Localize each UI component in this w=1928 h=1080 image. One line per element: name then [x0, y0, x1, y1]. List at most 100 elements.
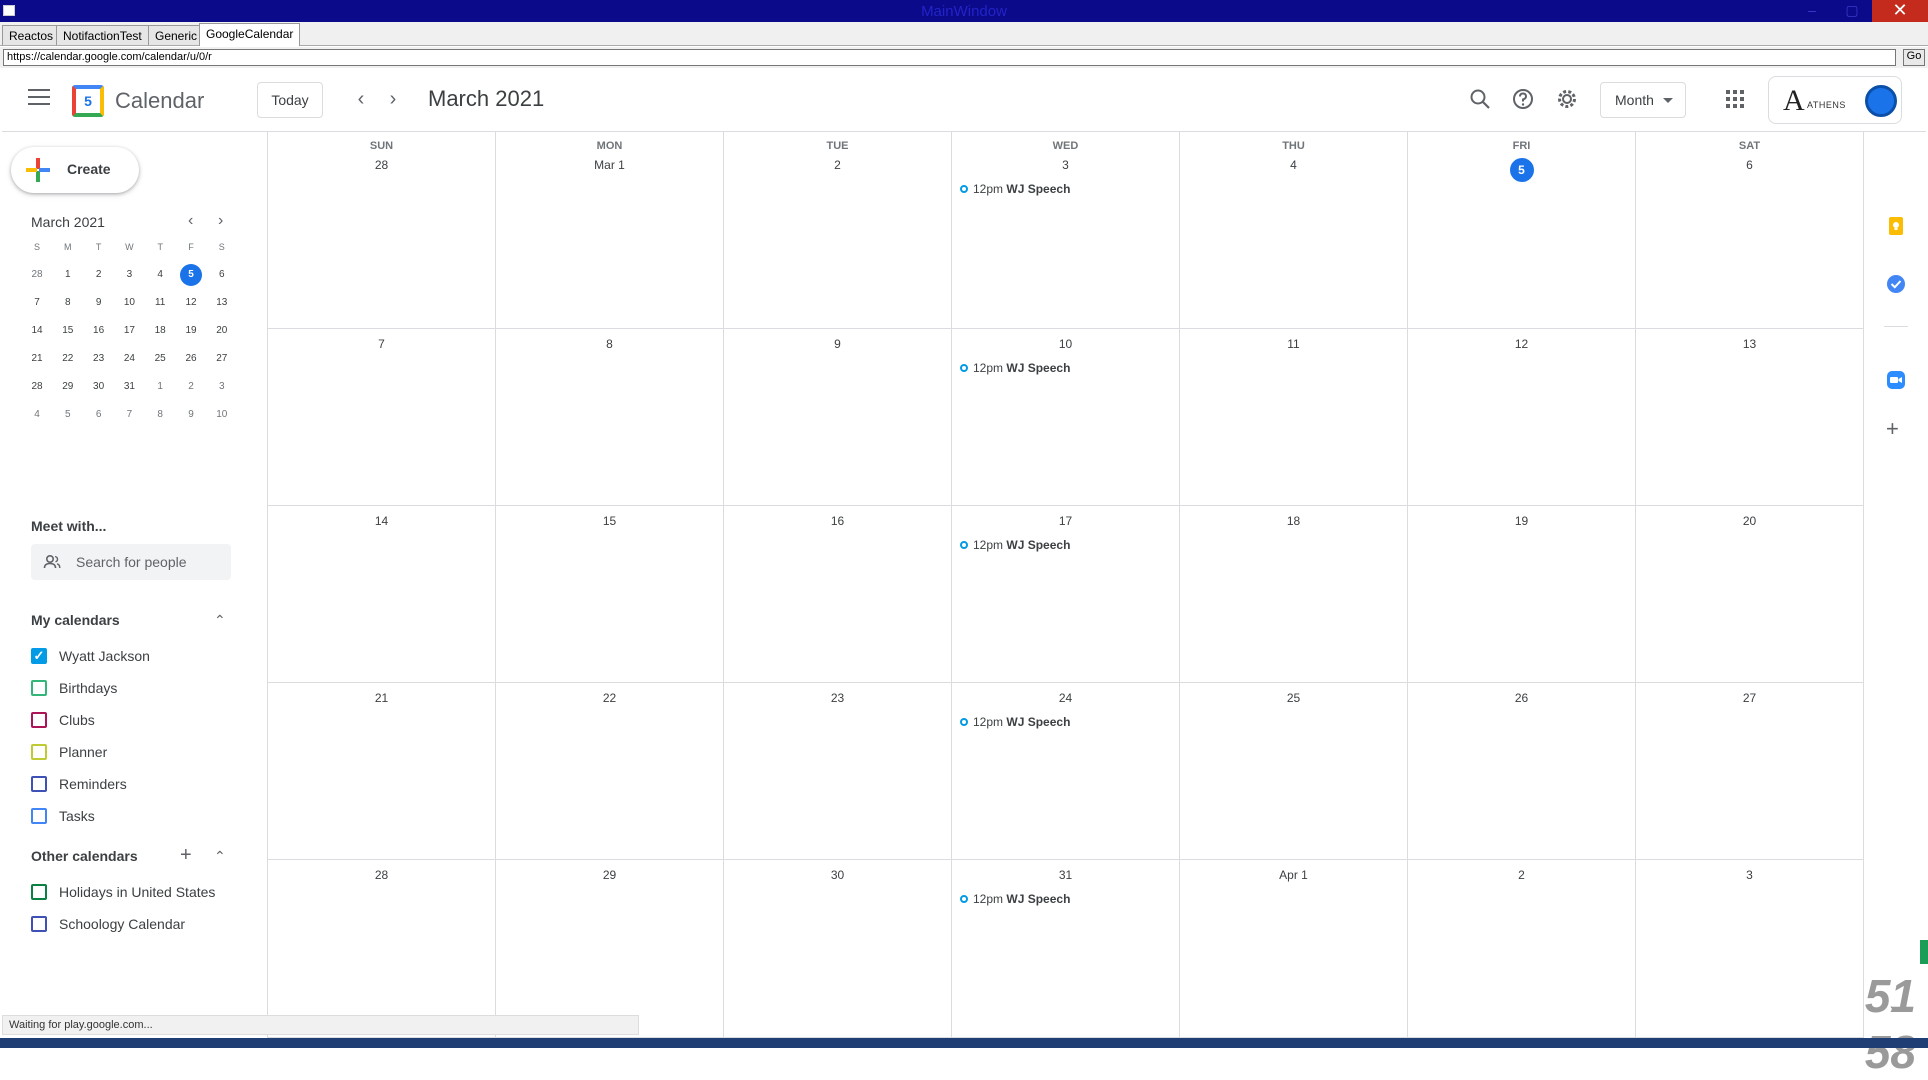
day-number[interactable]: 5 [1408, 158, 1635, 182]
day-number[interactable]: 11 [1180, 337, 1407, 351]
day-number[interactable]: 13 [1636, 337, 1863, 351]
day-cell[interactable]: 12 [1408, 329, 1636, 506]
day-cell[interactable]: 29 [496, 860, 724, 1038]
mini-day[interactable]: 19 [176, 320, 206, 342]
day-cell[interactable]: 28 [268, 860, 496, 1038]
day-number[interactable]: 8 [496, 337, 723, 351]
mini-day[interactable]: 3 [114, 264, 144, 286]
day-number[interactable]: Mar 1 [496, 158, 723, 172]
day-number[interactable]: 15 [496, 514, 723, 528]
mini-day[interactable]: 16 [84, 320, 114, 342]
day-cell[interactable]: 22 [496, 683, 724, 860]
mini-day[interactable]: 8 [145, 404, 175, 426]
url-input[interactable]: https://calendar.google.com/calendar/u/0… [3, 49, 1896, 66]
day-cell[interactable]: 19 [1408, 506, 1636, 683]
day-number[interactable]: 27 [1636, 691, 1863, 705]
mini-day[interactable]: 2 [84, 264, 114, 286]
minimize-button[interactable]: – [1792, 0, 1832, 22]
day-cell[interactable]: 16 [724, 506, 952, 683]
mini-day[interactable]: 21 [22, 348, 52, 370]
day-number[interactable]: 21 [268, 691, 495, 705]
day-cell[interactable]: TUE 2 [724, 132, 952, 329]
day-cell[interactable]: 13 [1636, 329, 1864, 506]
day-cell[interactable]: 24 12pm WJ Speech [952, 683, 1180, 860]
day-cell[interactable]: THU 4 [1180, 132, 1408, 329]
mini-day[interactable]: 23 [84, 348, 114, 370]
go-button[interactable]: Go [1903, 49, 1925, 66]
day-cell[interactable]: 14 [268, 506, 496, 683]
day-cell[interactable]: 11 [1180, 329, 1408, 506]
app-name[interactable]: Calendar [115, 88, 204, 114]
account-switcher[interactable]: A ATHENS [1768, 76, 1902, 124]
mini-day[interactable]: 28 [22, 376, 52, 398]
mini-day[interactable]: 14 [22, 320, 52, 342]
next-period-button[interactable]: › [381, 88, 405, 112]
event-chip[interactable]: 12pm WJ Speech [960, 538, 1070, 552]
day-number[interactable]: Apr 1 [1180, 868, 1407, 882]
day-number[interactable]: 9 [724, 337, 951, 351]
mini-day[interactable]: 22 [53, 348, 83, 370]
avatar[interactable] [1865, 85, 1897, 117]
calendar-checkbox[interactable] [31, 680, 47, 696]
day-cell[interactable]: 27 [1636, 683, 1864, 860]
tasks-icon[interactable] [1886, 274, 1906, 294]
google-apps-icon[interactable] [1726, 90, 1744, 108]
mini-day[interactable]: 10 [207, 404, 237, 426]
day-number[interactable]: 7 [268, 337, 495, 351]
day-cell[interactable]: 31 12pm WJ Speech [952, 860, 1180, 1038]
day-number[interactable]: 19 [1408, 514, 1635, 528]
mini-next-month-button[interactable]: › [218, 212, 223, 230]
calendar-checkbox[interactable] [31, 776, 47, 792]
day-number[interactable]: 20 [1636, 514, 1863, 528]
day-number[interactable]: 17 [952, 514, 1179, 528]
day-number[interactable]: 6 [1636, 158, 1863, 172]
create-button[interactable]: Create [11, 147, 139, 193]
day-number[interactable]: 2 [724, 158, 951, 172]
event-chip[interactable]: 12pm WJ Speech [960, 361, 1070, 375]
zoom-icon[interactable] [1886, 370, 1906, 390]
day-cell[interactable]: WED 3 12pm WJ Speech [952, 132, 1180, 329]
day-number[interactable]: 30 [724, 868, 951, 882]
tab-googlecalendar[interactable]: GoogleCalendar [199, 23, 301, 46]
mini-day[interactable]: 6 [84, 404, 114, 426]
mini-day[interactable]: 27 [207, 348, 237, 370]
tab-generic[interactable]: Generic [148, 25, 205, 45]
mini-day[interactable]: 8 [53, 292, 83, 314]
other-calendars-heading[interactable]: Other calendars [31, 848, 138, 864]
mini-day[interactable]: 4 [145, 264, 175, 286]
mini-day[interactable]: 20 [207, 320, 237, 342]
day-number[interactable]: 25 [1180, 691, 1407, 705]
event-chip[interactable]: 12pm WJ Speech [960, 182, 1070, 196]
mini-day[interactable]: 3 [207, 376, 237, 398]
add-addon-icon[interactable]: + [1886, 416, 1899, 442]
mini-day[interactable]: 5 [176, 264, 206, 286]
day-number[interactable]: 4 [1180, 158, 1407, 172]
day-cell[interactable]: 2 [1408, 860, 1636, 1038]
day-cell[interactable]: Apr 1 [1180, 860, 1408, 1038]
day-number[interactable]: 10 [952, 337, 1179, 351]
day-cell[interactable]: SAT 6 [1636, 132, 1864, 329]
keep-icon[interactable] [1886, 216, 1906, 236]
day-cell[interactable]: 8 [496, 329, 724, 506]
mini-day[interactable]: 31 [114, 376, 144, 398]
day-cell[interactable]: 23 [724, 683, 952, 860]
day-number[interactable]: 31 [952, 868, 1179, 882]
calendar-checkbox[interactable] [31, 916, 47, 932]
mini-day[interactable]: 26 [176, 348, 206, 370]
today-button[interactable]: Today [257, 82, 323, 118]
mini-day[interactable]: 2 [176, 376, 206, 398]
day-cell[interactable]: 20 [1636, 506, 1864, 683]
day-cell[interactable]: 18 [1180, 506, 1408, 683]
day-number[interactable]: 29 [496, 868, 723, 882]
calendar-checkbox[interactable] [31, 744, 47, 760]
mini-day[interactable]: 25 [145, 348, 175, 370]
mini-day[interactable]: 9 [84, 292, 114, 314]
day-cell[interactable]: 7 [268, 329, 496, 506]
day-cell[interactable]: SUN 28 [268, 132, 496, 329]
day-number[interactable]: 14 [268, 514, 495, 528]
day-cell[interactable]: 21 [268, 683, 496, 860]
mini-day[interactable]: 1 [53, 264, 83, 286]
mini-day[interactable]: 13 [207, 292, 237, 314]
search-people-field[interactable]: Search for people [31, 544, 231, 580]
day-number[interactable]: 28 [268, 158, 495, 172]
